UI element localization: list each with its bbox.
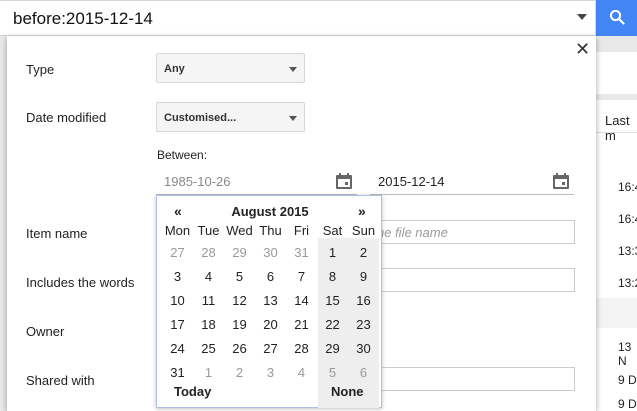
item-name-input[interactable]: ne file name bbox=[370, 220, 575, 244]
weekday-header: Sun bbox=[351, 223, 376, 238]
weekday-header: Thu bbox=[259, 223, 282, 238]
calendar-day[interactable]: 7 bbox=[286, 269, 317, 284]
calendar-day[interactable]: 9 bbox=[348, 269, 379, 284]
date-modified-select[interactable]: Customised... bbox=[156, 102, 305, 132]
background-toolbar bbox=[596, 52, 637, 94]
file-date: 13 N bbox=[618, 340, 632, 368]
calendar-day[interactable]: 24 bbox=[162, 341, 193, 356]
calendar-day[interactable]: 25 bbox=[193, 341, 224, 356]
calendar-day[interactable]: 18 bbox=[193, 317, 224, 332]
date-to-value: 2015-12-14 bbox=[378, 174, 445, 189]
date-from-value: 1985-10-26 bbox=[164, 174, 231, 189]
file-time: 16:4 bbox=[618, 212, 637, 226]
file-date: 9 D bbox=[618, 397, 637, 411]
file-time: 13:3 bbox=[618, 244, 637, 258]
previous-month-button[interactable]: « bbox=[174, 203, 182, 219]
date-picker-calendar: August 2015 « » Today None Mon Tue Wed Thu F… bbox=[156, 195, 382, 408]
calendar-day[interactable]: 26 bbox=[224, 341, 255, 356]
weekday-header: Sat bbox=[322, 223, 343, 238]
shared-with-input[interactable] bbox=[370, 367, 575, 391]
includes-words-label: Includes the words bbox=[26, 275, 135, 290]
type-select-value: Any bbox=[164, 63, 185, 75]
calendar-day[interactable]: 1 bbox=[193, 365, 224, 380]
chevron-down-icon bbox=[289, 67, 297, 72]
calendar-day[interactable]: 12 bbox=[224, 293, 255, 308]
calendar-day[interactable]: 20 bbox=[255, 317, 286, 332]
owner-label: Owner bbox=[26, 324, 65, 339]
date-from-input[interactable]: 1985-10-26 bbox=[156, 169, 357, 195]
calendar-day[interactable]: 15 bbox=[317, 293, 348, 308]
calendar-day[interactable]: 23 bbox=[348, 317, 379, 332]
calendar-day[interactable]: 2 bbox=[224, 365, 255, 380]
calendar-day[interactable]: 4 bbox=[286, 365, 317, 380]
date-modified-label: Date modified bbox=[26, 110, 107, 125]
calendar-day[interactable]: 10 bbox=[162, 293, 193, 308]
column-header-last-modified[interactable]: Last m bbox=[605, 113, 637, 143]
close-icon[interactable]: ✕ bbox=[575, 40, 590, 60]
weekday-header: Wed bbox=[226, 223, 253, 238]
search-icon bbox=[609, 9, 625, 25]
search-button[interactable] bbox=[596, 0, 637, 36]
calendar-icon[interactable] bbox=[335, 172, 353, 190]
calendar-day[interactable]: 30 bbox=[255, 245, 286, 260]
between-label: Between: bbox=[157, 148, 208, 162]
calendar-day[interactable]: 19 bbox=[224, 317, 255, 332]
chevron-down-icon bbox=[289, 116, 297, 121]
calendar-day[interactable]: 31 bbox=[162, 365, 193, 380]
calendar-day[interactable]: 11 bbox=[193, 293, 224, 308]
calendar-day[interactable]: 6 bbox=[255, 269, 286, 284]
calendar-day[interactable]: 29 bbox=[317, 341, 348, 356]
shared-with-label: Shared with bbox=[26, 373, 95, 388]
file-time: 16:4 bbox=[618, 180, 637, 194]
search-input[interactable]: before:2015-12-14 bbox=[0, 0, 596, 36]
none-button[interactable]: None bbox=[331, 384, 364, 399]
calendar-icon[interactable] bbox=[552, 172, 570, 190]
date-modified-select-value: Customised... bbox=[164, 112, 237, 124]
calendar-day[interactable]: 30 bbox=[348, 341, 379, 356]
type-select[interactable]: Any bbox=[156, 53, 305, 83]
calendar-day[interactable]: 21 bbox=[286, 317, 317, 332]
file-date: 9 D bbox=[618, 373, 637, 387]
calendar-day[interactable]: 27 bbox=[255, 341, 286, 356]
calendar-day[interactable]: 1 bbox=[317, 245, 348, 260]
type-label: Type bbox=[26, 62, 55, 77]
calendar-day[interactable]: 3 bbox=[255, 365, 286, 380]
next-month-button[interactable]: » bbox=[358, 203, 366, 219]
calendar-day[interactable]: 14 bbox=[286, 293, 317, 308]
calendar-day[interactable]: 16 bbox=[348, 293, 379, 308]
calendar-day[interactable]: 28 bbox=[193, 245, 224, 260]
calendar-day[interactable]: 2 bbox=[348, 245, 379, 260]
calendar-day[interactable]: 4 bbox=[193, 269, 224, 284]
calendar-day[interactable]: 5 bbox=[224, 269, 255, 284]
today-button[interactable]: Today bbox=[174, 384, 211, 399]
calendar-month-title: August 2015 bbox=[231, 204, 309, 219]
calendar-day[interactable]: 8 bbox=[317, 269, 348, 284]
weekday-header: Mon bbox=[164, 223, 191, 238]
search-options-caret-icon[interactable] bbox=[577, 14, 587, 20]
file-time: 13:2 bbox=[618, 276, 637, 290]
calendar-day[interactable]: 6 bbox=[348, 365, 379, 380]
calendar-day[interactable]: 28 bbox=[286, 341, 317, 356]
calendar-day[interactable]: 17 bbox=[162, 317, 193, 332]
calendar-day[interactable]: 5 bbox=[317, 365, 348, 380]
calendar-day[interactable]: 29 bbox=[224, 245, 255, 260]
weekday-header: Tue bbox=[197, 223, 220, 238]
calendar-day[interactable]: 3 bbox=[162, 269, 193, 284]
includes-words-input[interactable] bbox=[370, 268, 575, 292]
calendar-day[interactable]: 31 bbox=[286, 245, 317, 260]
date-to-input[interactable]: 2015-12-14 bbox=[370, 169, 574, 195]
calendar-day[interactable]: 27 bbox=[162, 245, 193, 260]
weekday-header: Fri bbox=[293, 223, 310, 238]
item-name-label: Item name bbox=[26, 226, 88, 241]
calendar-day[interactable]: 22 bbox=[317, 317, 348, 332]
calendar-day[interactable]: 13 bbox=[255, 293, 286, 308]
